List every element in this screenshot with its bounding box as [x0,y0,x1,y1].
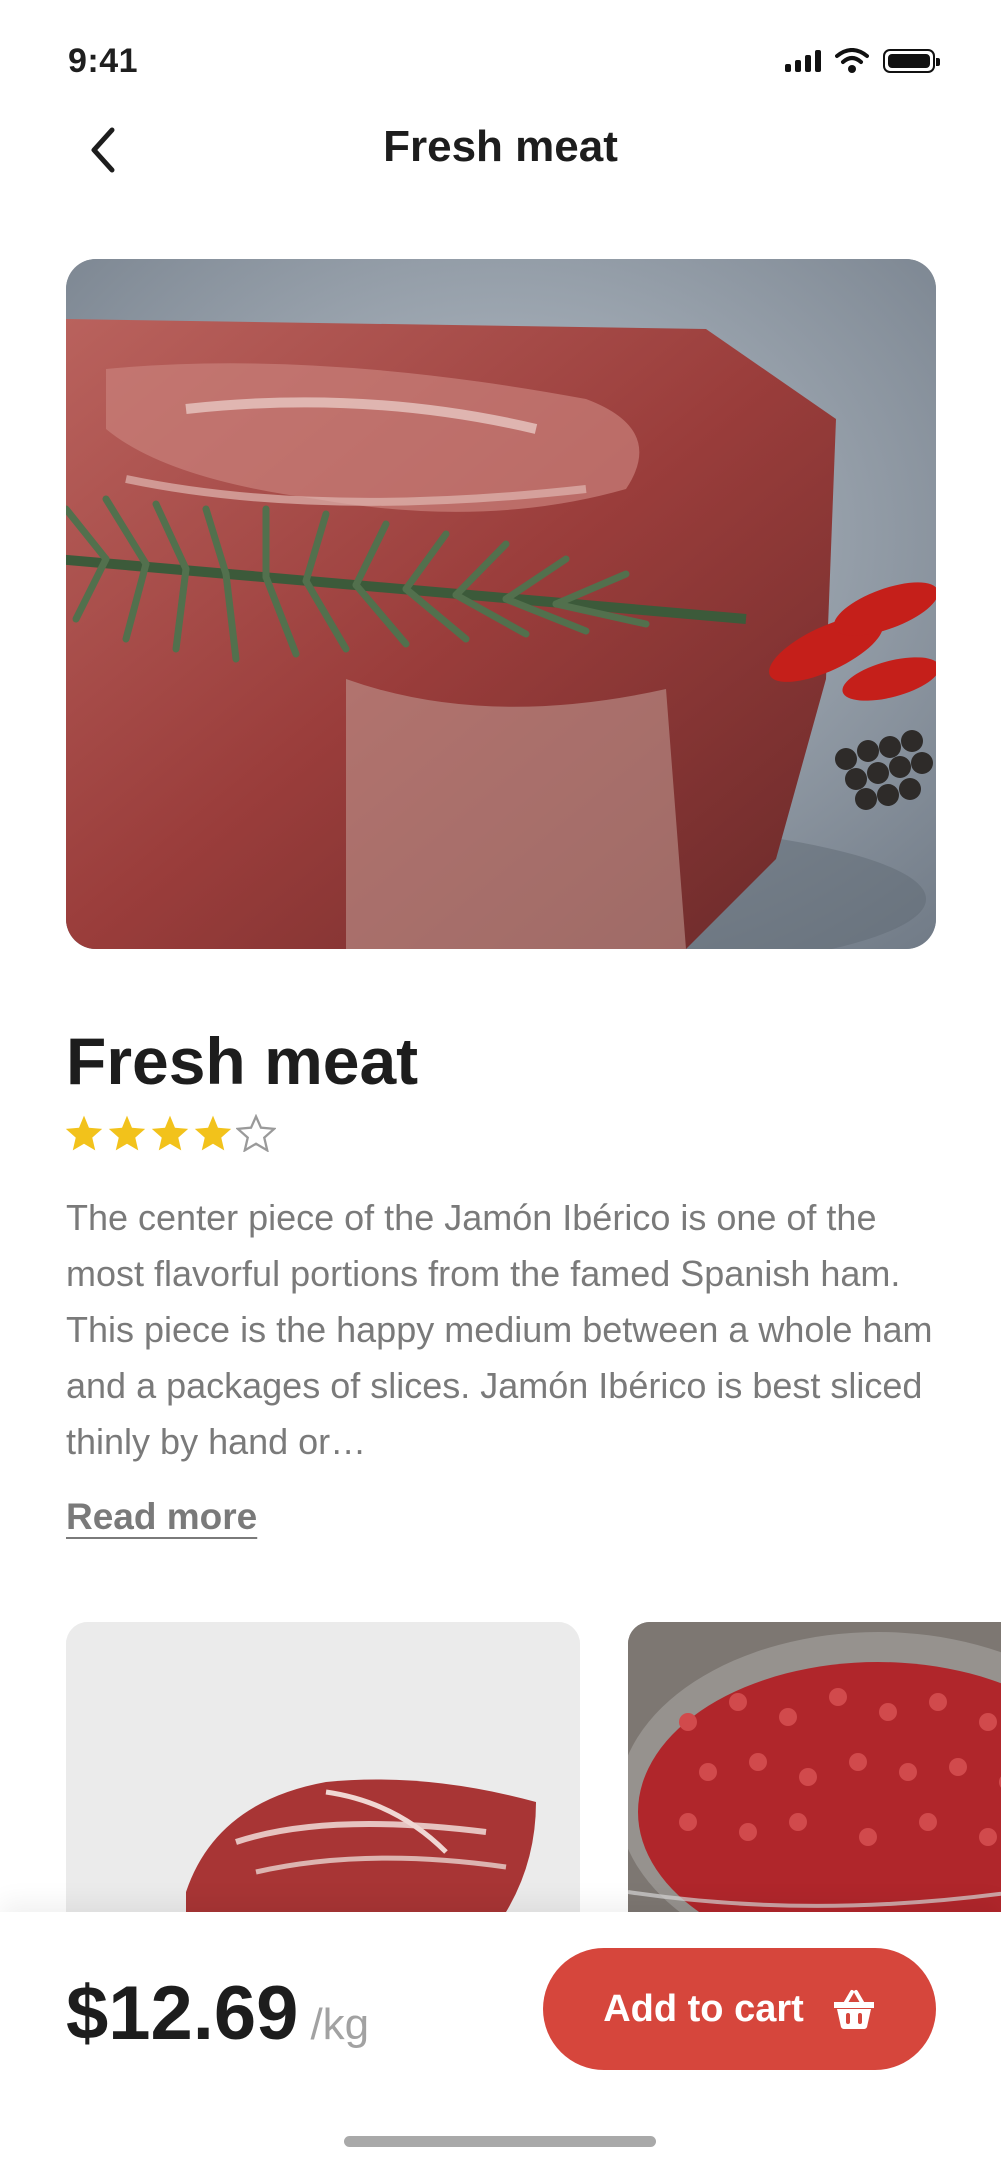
star-icon [194,1115,232,1151]
product-hero-image [66,259,936,949]
price-unit: /kg [310,2000,370,2049]
battery-icon [883,49,940,73]
image-gallery[interactable] [66,1622,1001,1912]
gallery-thumb-minced-meat[interactable] [628,1622,1001,1912]
star-icon [65,1115,103,1151]
star-icon [236,1114,276,1152]
home-indicator [344,2136,656,2147]
add-to-cart-button[interactable]: Add to cart [543,1948,936,2070]
add-to-cart-label: Add to cart [603,1987,804,2030]
header: Fresh meat [0,110,1001,190]
read-more-link[interactable]: Read more [66,1496,257,1538]
price-value: $12.69 [66,1971,299,2056]
star-rating [64,1114,276,1152]
star-icon [108,1115,146,1151]
signal-icon [785,50,821,72]
page-title: Fresh meat [383,122,618,171]
status-bar: 9:41 [0,0,1001,120]
status-time: 9:41 [68,42,139,80]
gallery-thumb-steak[interactable] [66,1622,580,1912]
star-icon [151,1115,189,1151]
price: $12.69 /kg [66,1970,369,2057]
product-title: Fresh meat [66,1024,419,1098]
bottom-bar: $12.69 /kg Add to cart [0,1912,1001,2166]
product-description: The center piece of the Jamón Ibérico is… [66,1197,933,1462]
basket-icon [833,1990,874,2029]
wifi-icon [835,48,869,73]
status-icons [785,48,940,74]
